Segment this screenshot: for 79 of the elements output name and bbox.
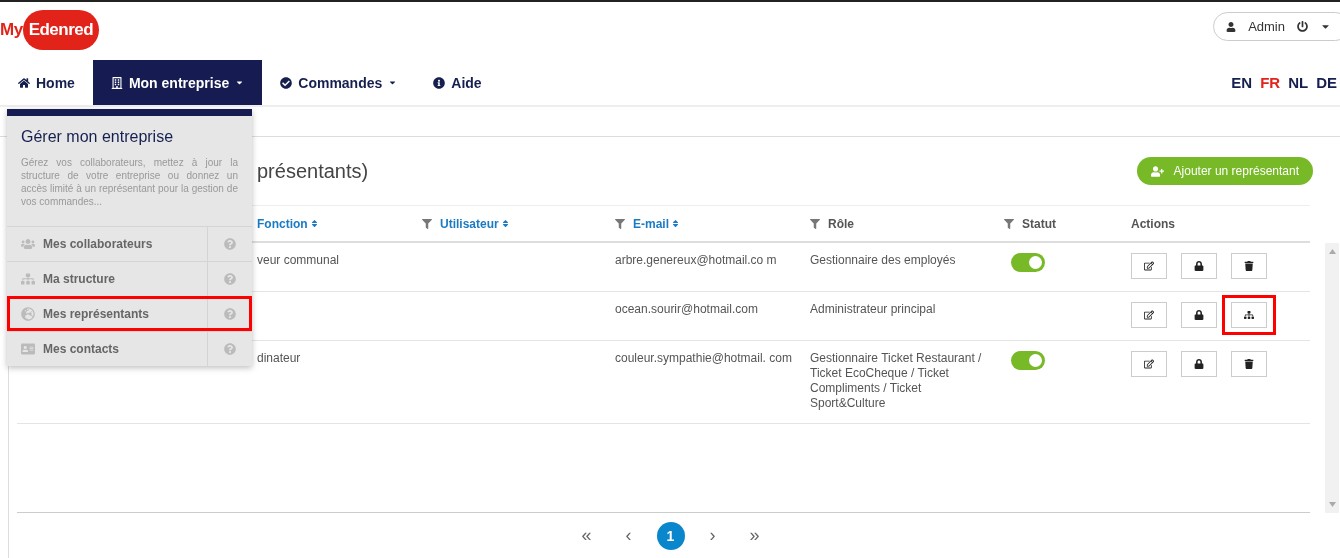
table-cell: dinateur xyxy=(257,351,301,365)
hierarchy-button[interactable] xyxy=(1231,302,1267,328)
filter-icon[interactable] xyxy=(615,218,625,229)
menu-item[interactable]: Mes collaborateurs xyxy=(7,226,252,261)
column-header: Actions xyxy=(1131,216,1175,231)
table-cell: Gestionnaire Ticket Restaurant / Ticket EcoCheque / Ticket Compliments / Ticket Sport&Culture xyxy=(810,351,982,410)
previous-page-button[interactable]: ‹ xyxy=(614,521,643,550)
user-name: Admin xyxy=(1248,19,1285,34)
table-cell: ocean.sourir@hotmail.com xyxy=(615,302,758,316)
column-header: Rôle xyxy=(828,216,854,231)
logo: My Edenred xyxy=(0,10,100,50)
column-header[interactable]: E-mail xyxy=(633,216,680,231)
menu-title: Gérer mon entreprise xyxy=(20,128,175,146)
next-page-button[interactable]: › xyxy=(698,521,727,550)
contact-card-icon xyxy=(21,342,35,356)
status-toggle[interactable] xyxy=(1011,351,1045,370)
lock-icon xyxy=(1194,359,1204,369)
menu-item-label: Mes représentants xyxy=(43,307,150,321)
edit-icon xyxy=(1144,310,1154,320)
first-page-button[interactable]: « xyxy=(572,521,601,550)
nav-tab[interactable]: Home xyxy=(0,60,93,105)
table-cell: couleur.sympathie@hotmail. com xyxy=(615,351,792,365)
filter-icon[interactable] xyxy=(422,218,432,229)
lock-button[interactable] xyxy=(1181,351,1217,377)
menu-description: Gérez vos collaborateurs, mettez à jour la structure de votre entreprise ou donnez un accès limité à un représentant pour la gestion de vos commandes... xyxy=(21,156,238,208)
page-button[interactable]: 1 xyxy=(656,521,685,550)
user-plus-icon xyxy=(1150,164,1164,178)
nav-tab[interactable]: Aide xyxy=(415,60,500,105)
column-header[interactable]: Utilisateur xyxy=(440,216,510,231)
menu-item[interactable]: Mes représentants xyxy=(7,296,252,331)
table-cell: arbre.genereux@hotmail.co m xyxy=(615,253,777,267)
language-link[interactable]: NL xyxy=(1288,74,1309,91)
globe-icon xyxy=(21,307,35,321)
table-cell: Administrateur principal xyxy=(810,302,936,316)
lock-icon xyxy=(1194,310,1204,320)
column-header: Statut xyxy=(1022,216,1056,231)
status-toggle[interactable] xyxy=(1011,253,1045,272)
sort-icon[interactable] xyxy=(671,219,680,228)
table-cell: veur communal xyxy=(257,253,340,267)
edit-button[interactable] xyxy=(1131,302,1167,328)
delete-button[interactable] xyxy=(1231,351,1267,377)
info-icon xyxy=(433,76,446,89)
menu-item[interactable]: Ma structure xyxy=(7,261,252,296)
menu-item-label: Ma structure xyxy=(43,272,116,286)
trash-icon xyxy=(1244,359,1254,369)
hierarchy-icon xyxy=(1244,310,1254,320)
language-link[interactable]: DE xyxy=(1316,74,1337,91)
users-icon xyxy=(21,237,35,251)
filter-icon[interactable] xyxy=(810,218,820,229)
sort-icon[interactable] xyxy=(500,219,510,228)
menu-item[interactable]: Mes contacts xyxy=(7,331,252,366)
column-header[interactable]: Fonction xyxy=(257,216,319,231)
lock-button[interactable] xyxy=(1181,253,1217,279)
edit-button[interactable] xyxy=(1131,253,1167,279)
page-title: présentants) xyxy=(257,159,369,183)
caret-icon xyxy=(388,78,398,87)
user-icon xyxy=(1226,21,1237,32)
nav-tab[interactable]: Mon entreprise xyxy=(92,60,263,105)
building-icon xyxy=(110,76,123,89)
sort-icon[interactable] xyxy=(309,219,319,228)
language-link[interactable]: EN xyxy=(1231,74,1253,91)
table-cell: Gestionnaire des employés xyxy=(810,253,956,267)
menu-item-label: Mes contacts xyxy=(43,342,120,356)
delete-button[interactable] xyxy=(1231,253,1267,279)
edit-icon xyxy=(1144,359,1154,369)
home-icon xyxy=(18,76,30,89)
trash-icon xyxy=(1244,261,1254,271)
nav-tab[interactable]: Commandes xyxy=(262,60,416,105)
sitemap-icon xyxy=(21,272,35,286)
lock-icon xyxy=(1194,261,1204,271)
menu-item-label: Mes collaborateurs xyxy=(43,237,153,251)
edit-icon xyxy=(1144,261,1154,271)
last-page-button[interactable]: » xyxy=(740,521,769,550)
lock-button[interactable] xyxy=(1181,302,1217,328)
filter-icon[interactable] xyxy=(1004,218,1014,229)
language-link[interactable]: FR xyxy=(1260,74,1281,91)
power-icon[interactable] xyxy=(1297,21,1308,32)
caret-icon xyxy=(235,78,245,87)
edit-button[interactable] xyxy=(1131,351,1167,377)
